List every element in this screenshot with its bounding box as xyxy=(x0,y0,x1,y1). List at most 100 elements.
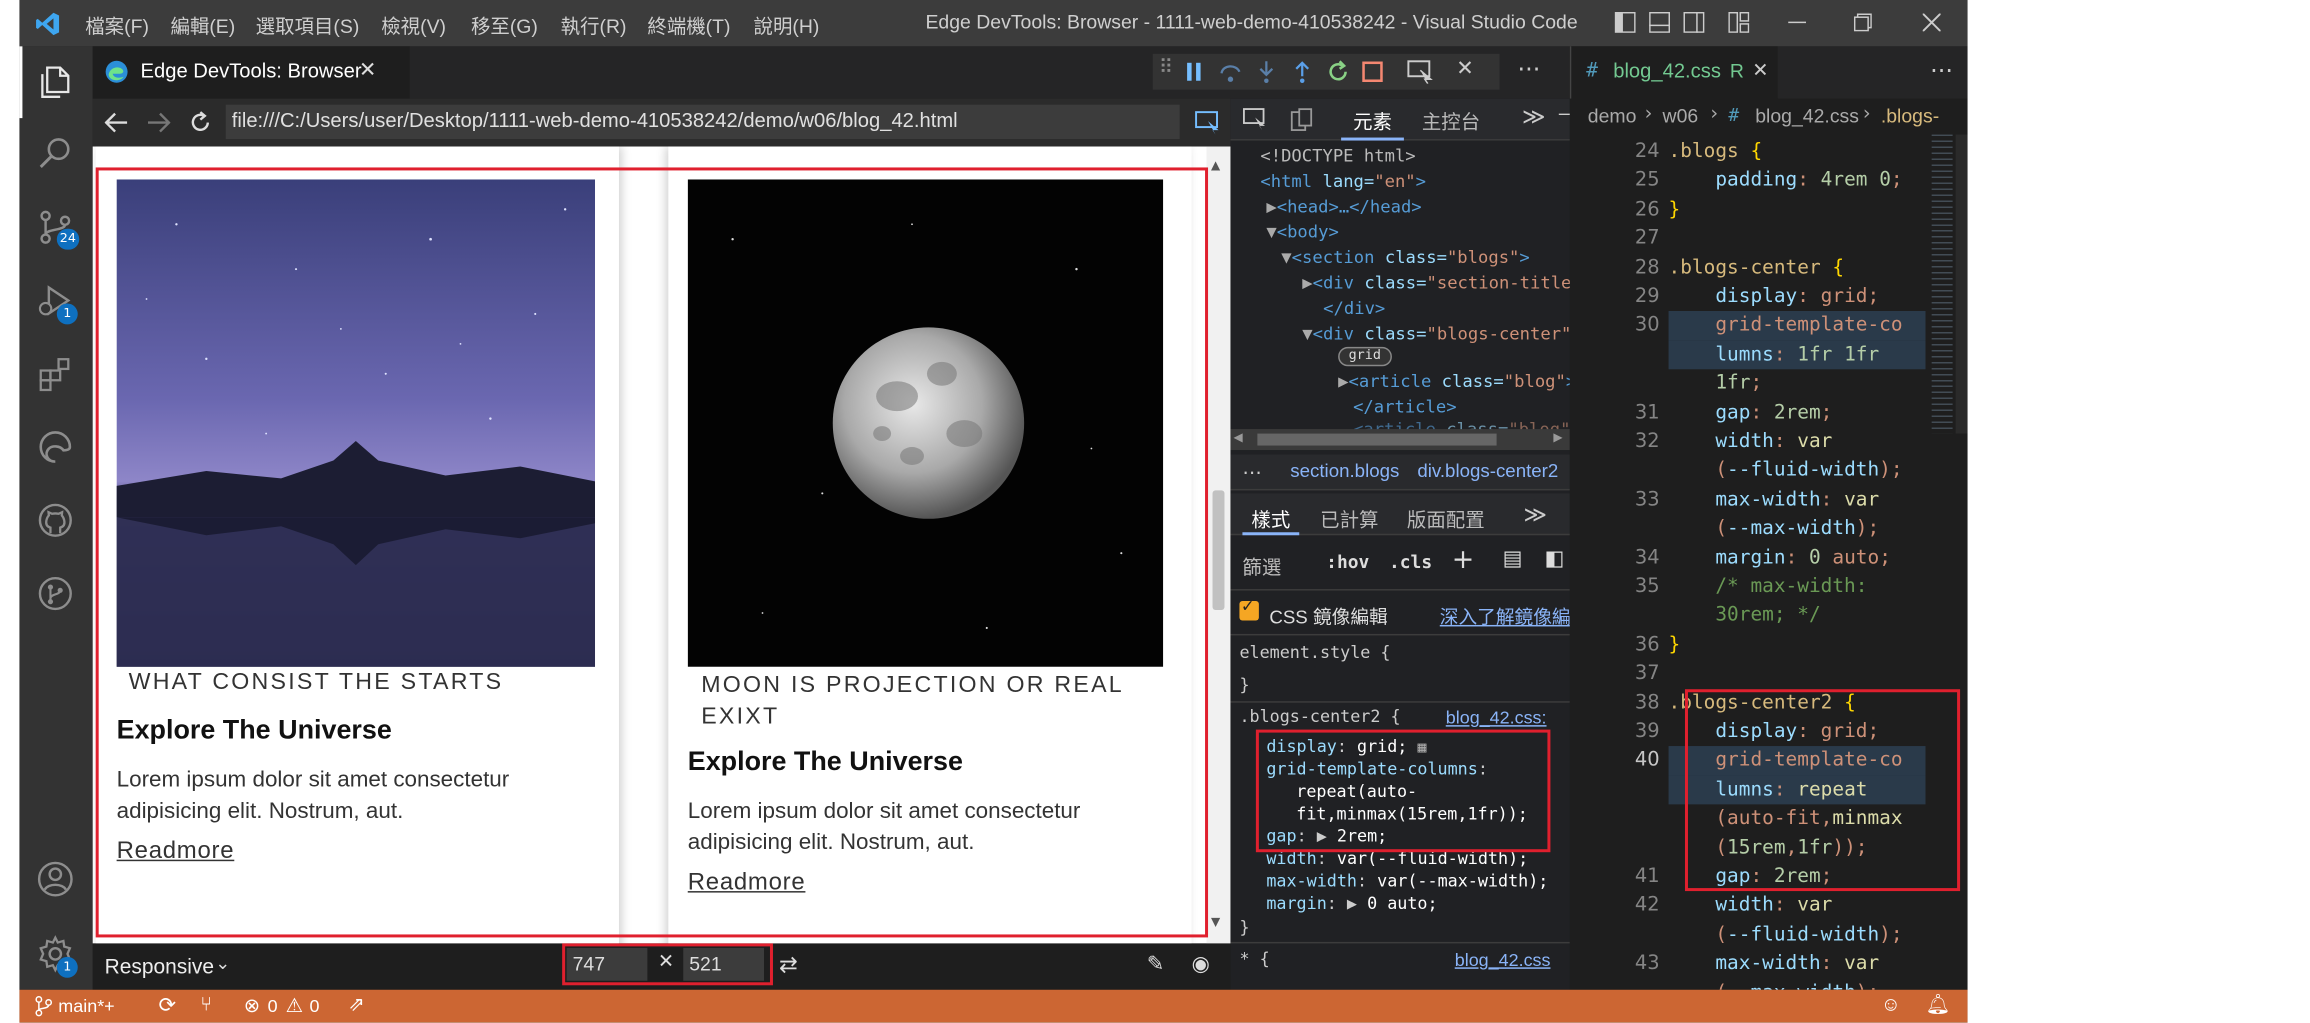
scrollbar-thumb[interactable] xyxy=(1212,490,1225,611)
search-icon[interactable] xyxy=(36,135,75,174)
forward-icon[interactable] xyxy=(147,112,171,133)
hov-toggle[interactable]: :hov xyxy=(1326,552,1369,573)
menu-go[interactable]: 移至(G) xyxy=(471,10,538,38)
rule-source-link[interactable]: blog_42.css: xyxy=(1446,707,1547,728)
rule-source-link-2[interactable]: blog_42.css xyxy=(1455,949,1551,970)
viewport-scrollbar[interactable]: ▲ ▼ xyxy=(1206,146,1231,944)
edge-devtools-icon[interactable] xyxy=(36,428,75,467)
dom-div-close: </div> xyxy=(1323,297,1386,319)
dom-section-title[interactable]: ▶<div class="section-title xyxy=(1302,272,1570,293)
drag-handle-icon[interactable]: ⠿ xyxy=(1159,57,1173,79)
github-icon[interactable] xyxy=(36,501,75,540)
extensions-icon[interactable] xyxy=(36,354,75,393)
paint-brush-icon[interactable]: ▤ xyxy=(1503,547,1523,571)
inspect-icon[interactable] xyxy=(1407,60,1434,84)
line-number: 28 xyxy=(1634,256,1660,279)
grid-badge[interactable]: grid xyxy=(1338,346,1392,367)
step-out-icon[interactable] xyxy=(1290,60,1314,84)
annotation-box xyxy=(1684,689,1961,892)
editor-more-icon[interactable]: ··· xyxy=(1930,57,1953,85)
status-bar: main*+ ⟳ ⑂ ⊗ 0 ⚠ 0 ⇗ ☺ 🔔︎ xyxy=(19,989,1968,1023)
tab-layout[interactable]: 版面配置 xyxy=(1407,504,1485,532)
feedback-icon[interactable]: ☺ xyxy=(1881,993,1901,1015)
menu-edit[interactable]: 編輯(E) xyxy=(170,10,235,38)
step-over-icon[interactable] xyxy=(1219,60,1243,84)
tab-computed[interactable]: 已計算 xyxy=(1320,504,1378,532)
close-debug-icon[interactable]: ✕ xyxy=(1456,57,1474,81)
tab-console[interactable]: 主控台 xyxy=(1422,106,1480,134)
more-subtabs-icon[interactable]: ≫ xyxy=(1524,501,1547,528)
error-icon[interactable]: ⊗ xyxy=(244,994,260,1018)
menu-terminal[interactable]: 終端機(T) xyxy=(647,10,730,38)
notifications-bell-icon[interactable]: 🔔︎ xyxy=(1926,993,1951,1017)
toggle-sidebar-pane-icon[interactable]: ◧ xyxy=(1544,547,1564,571)
dom-article[interactable]: ▶<article class="blog">… xyxy=(1338,371,1570,392)
menu-selection[interactable]: 選取項目(S) xyxy=(256,10,360,38)
toggle-sidebar-icon[interactable] xyxy=(1614,11,1636,33)
pause-icon[interactable] xyxy=(1186,61,1204,82)
star-rule[interactable]: * { xyxy=(1239,949,1269,968)
add-rule-icon[interactable]: + xyxy=(1452,544,1475,575)
dom-blogs-center[interactable]: ▼<div class="blogs-center" xyxy=(1302,323,1570,344)
device-mode-select[interactable]: Responsive xyxy=(105,954,214,978)
inspect-element-icon[interactable] xyxy=(1242,108,1267,131)
dom-head[interactable]: ▶<head>…</head> xyxy=(1266,196,1421,217)
stop-icon[interactable] xyxy=(1362,61,1383,83)
menu-run[interactable]: 執行(R) xyxy=(561,10,627,38)
decl-margin[interactable]: margin: ▶ 0 auto; xyxy=(1266,894,1437,913)
git-graph-icon[interactable] xyxy=(36,574,75,613)
close-tab-icon[interactable]: ✕ xyxy=(1752,60,1768,82)
element-style-rule[interactable]: element.style { xyxy=(1239,643,1390,662)
vision-icon[interactable]: ◉ xyxy=(1192,952,1210,976)
decl-max-width[interactable]: max-width: var(--max-width); xyxy=(1266,872,1548,891)
toggle-panel-icon[interactable] xyxy=(1649,11,1671,33)
close-window-icon[interactable] xyxy=(1922,13,1941,32)
line-number: 24 xyxy=(1634,140,1660,163)
css-mirror-label: CSS 鏡像編輯 xyxy=(1269,607,1388,628)
cls-toggle[interactable]: .cls xyxy=(1389,552,1432,573)
menu-help[interactable]: 說明(H) xyxy=(754,10,820,38)
reload-icon[interactable] xyxy=(188,111,212,135)
code-line: .blogs-center { xyxy=(1668,256,1845,279)
back-icon[interactable] xyxy=(104,112,129,133)
menu-file[interactable]: 檔案(F) xyxy=(85,10,149,38)
tab-elements[interactable]: 元素 xyxy=(1353,106,1392,134)
customize-layout-icon[interactable] xyxy=(1728,11,1750,33)
sync-icon[interactable]: ⟳ xyxy=(158,993,176,1018)
device-emulation-icon[interactable] xyxy=(1290,108,1314,132)
minimize-icon[interactable] xyxy=(1788,21,1807,24)
toggle-secondary-sidebar-icon[interactable] xyxy=(1683,11,1705,33)
more-tabs-icon[interactable]: ≫ xyxy=(1522,103,1545,130)
menu-view[interactable]: 檢視(V) xyxy=(381,10,446,38)
explorer-icon[interactable] xyxy=(36,63,75,102)
more-actions-icon[interactable]: ··· xyxy=(1518,55,1541,83)
css-mirror-checkbox[interactable]: ✓ xyxy=(1239,597,1259,621)
account-icon[interactable] xyxy=(36,860,75,899)
magic-wand-icon[interactable]: ✎ xyxy=(1147,952,1165,976)
close-tab-icon[interactable]: ✕ xyxy=(359,58,377,82)
breadcrumb-div[interactable]: div.blogs-center2 xyxy=(1417,460,1558,481)
tab-edge-devtools[interactable]: Edge DevTools: Browser ✕ xyxy=(92,46,410,99)
dom-body[interactable]: ▼<body> xyxy=(1266,221,1338,242)
breadcrumb-section[interactable]: section.blogs xyxy=(1290,460,1399,481)
rotate-icon[interactable]: ⇄ xyxy=(779,951,798,978)
tab-styles[interactable]: 樣式 xyxy=(1251,504,1290,532)
dom-hscroll[interactable]: ◀ ▶ xyxy=(1230,429,1570,451)
dom-section[interactable]: ▼<section class="blogs"> xyxy=(1281,247,1529,268)
url-input[interactable]: file:///C:/Users/user/Desktop/1111-web-d… xyxy=(225,104,1180,140)
git-graph-status-icon[interactable]: ⑂ xyxy=(200,993,212,1015)
learn-more-link[interactable]: 深入了解鏡像編 xyxy=(1440,601,1570,629)
restart-icon[interactable] xyxy=(1326,60,1350,84)
step-into-icon[interactable] xyxy=(1254,60,1278,84)
dom-html[interactable]: <html lang="en"> xyxy=(1260,170,1426,191)
restore-icon[interactable] xyxy=(1853,13,1872,32)
tab-blog-css[interactable]: # blog_42.css R ✕ xyxy=(1571,46,1778,99)
screencast-inspect-icon[interactable] xyxy=(1195,111,1222,135)
filter-input[interactable]: 篩選 xyxy=(1242,552,1281,580)
live-share-icon[interactable]: ⇗ xyxy=(348,993,364,1017)
line-number: 34 xyxy=(1634,546,1660,570)
branch-name[interactable]: main*+ xyxy=(58,996,114,1017)
rule-selector[interactable]: .blogs-center2 { xyxy=(1239,707,1400,726)
code-editor[interactable]: 24 25 26 27 28 29 30 31 32 33 34 35 36 37 38 39 40 41 42 43… xyxy=(1569,134,1968,990)
code-line: (--max-width); xyxy=(1668,517,1880,541)
